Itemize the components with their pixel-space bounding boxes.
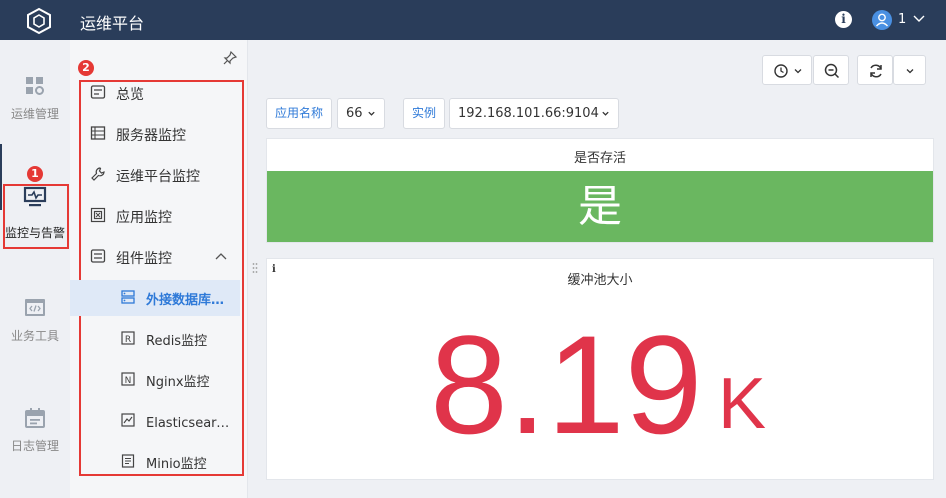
menu-subitem-nginx[interactable]: N Nginx监控 (70, 362, 240, 398)
rail-item-ops[interactable]: 运维管理 (0, 75, 70, 135)
menu-item-label: 运维平台监控 (116, 169, 200, 185)
menu-item-label: Minio监控 (146, 457, 207, 472)
zoom-out-icon (824, 63, 840, 79)
annotation-badge-2: 2 (78, 60, 94, 76)
info-icon[interactable]: i (835, 11, 852, 28)
code-window-icon (25, 299, 45, 316)
chevron-down-icon[interactable] (912, 11, 926, 25)
instance-value: 192.168.101.66:9104 (458, 106, 599, 121)
app-icon (90, 207, 106, 223)
menu-subitem-redis[interactable]: R Redis监控 (70, 321, 240, 357)
component-icon (90, 249, 106, 263)
pin-icon[interactable] (222, 50, 238, 66)
menu-item-overview[interactable]: 总览 (70, 75, 240, 111)
buffer-pool-value: 8.19 (430, 306, 703, 463)
refresh-interval-dropdown[interactable] (893, 55, 926, 85)
instance-label: 实例 (403, 98, 446, 129)
svg-text:N: N (125, 376, 132, 386)
clock-icon (774, 64, 788, 78)
panel-info-icon[interactable]: i (272, 264, 276, 275)
chevron-down-icon (794, 69, 802, 74)
nginx-icon: N (121, 372, 135, 386)
menu-subitem-minio[interactable]: Minio监控 (70, 444, 240, 480)
overview-icon (90, 85, 106, 99)
app-name-label: 应用名称 (266, 98, 333, 129)
menu-item-server[interactable]: 服务器监控 (70, 116, 240, 152)
annotation-box-1 (3, 184, 69, 249)
panel-title: 缓冲池大小 (567, 273, 633, 288)
menu-item-platform[interactable]: 运维平台监控 (70, 157, 240, 193)
app-name-value: 66 (346, 106, 363, 121)
refresh-button[interactable] (857, 55, 893, 85)
user-name[interactable]: 1 (898, 12, 906, 27)
menu-item-label: 应用监控 (116, 210, 172, 226)
menu-subitem-elasticsearch[interactable]: Elasticsearch监控 (70, 403, 240, 439)
svg-text:R: R (125, 335, 131, 345)
rail-item-label: 日志管理 (10, 439, 59, 453)
alive-status-value: 是 (267, 171, 933, 242)
menu-subitem-external-db[interactable]: 外接数据库监控 (70, 280, 240, 316)
chevron-down-icon (368, 111, 375, 116)
rail-item-logs[interactable]: 日志管理 (0, 407, 70, 467)
rail-item-tools[interactable]: 业务工具 (0, 297, 70, 357)
document-icon (121, 454, 135, 468)
chevron-down-icon (602, 111, 609, 116)
calendar-icon (25, 408, 45, 428)
menu-item-app[interactable]: 应用监控 (70, 198, 240, 234)
instance-select[interactable]: 192.168.101.66:9104 (449, 98, 619, 129)
app-title: 运维平台 (80, 14, 145, 33)
time-range-button[interactable] (762, 55, 812, 85)
menu-item-label: 总览 (116, 87, 144, 103)
logo-icon[interactable] (25, 7, 53, 35)
menu-item-label: 服务器监控 (116, 128, 186, 144)
avatar[interactable] (872, 10, 892, 30)
redis-icon: R (121, 331, 135, 345)
drag-handle-icon[interactable] (252, 262, 258, 274)
rail-item-label: 运维管理 (10, 107, 59, 121)
top-bar: 运维平台 i 1 (0, 0, 946, 40)
menu-item-label: 组件监控 (116, 251, 172, 267)
app-name-select[interactable]: 66 (337, 98, 385, 129)
rail-item-label: 业务工具 (10, 329, 59, 343)
chevron-up-icon[interactable] (214, 250, 228, 264)
menu-item-label: Nginx监控 (146, 375, 210, 390)
user-icon (875, 13, 889, 27)
zoom-out-button[interactable] (813, 55, 849, 85)
chevron-down-icon (906, 69, 914, 74)
menu-item-component[interactable]: 组件监控 (70, 239, 240, 275)
refresh-icon (870, 64, 882, 78)
grid-icon (26, 77, 44, 95)
wrench-icon (91, 167, 105, 181)
buffer-pool-unit: K (718, 364, 767, 444)
server-icon (90, 126, 106, 140)
annotation-badge-1: 1 (27, 166, 43, 182)
menu-item-label: Redis监控 (146, 334, 208, 349)
panel-title: 是否存活 (573, 151, 626, 166)
menu-item-label: 外接数据库监控 (146, 293, 236, 308)
chart-icon (121, 413, 135, 427)
database-icon (121, 290, 135, 304)
menu-item-label: Elasticsearch监控 (146, 416, 236, 431)
